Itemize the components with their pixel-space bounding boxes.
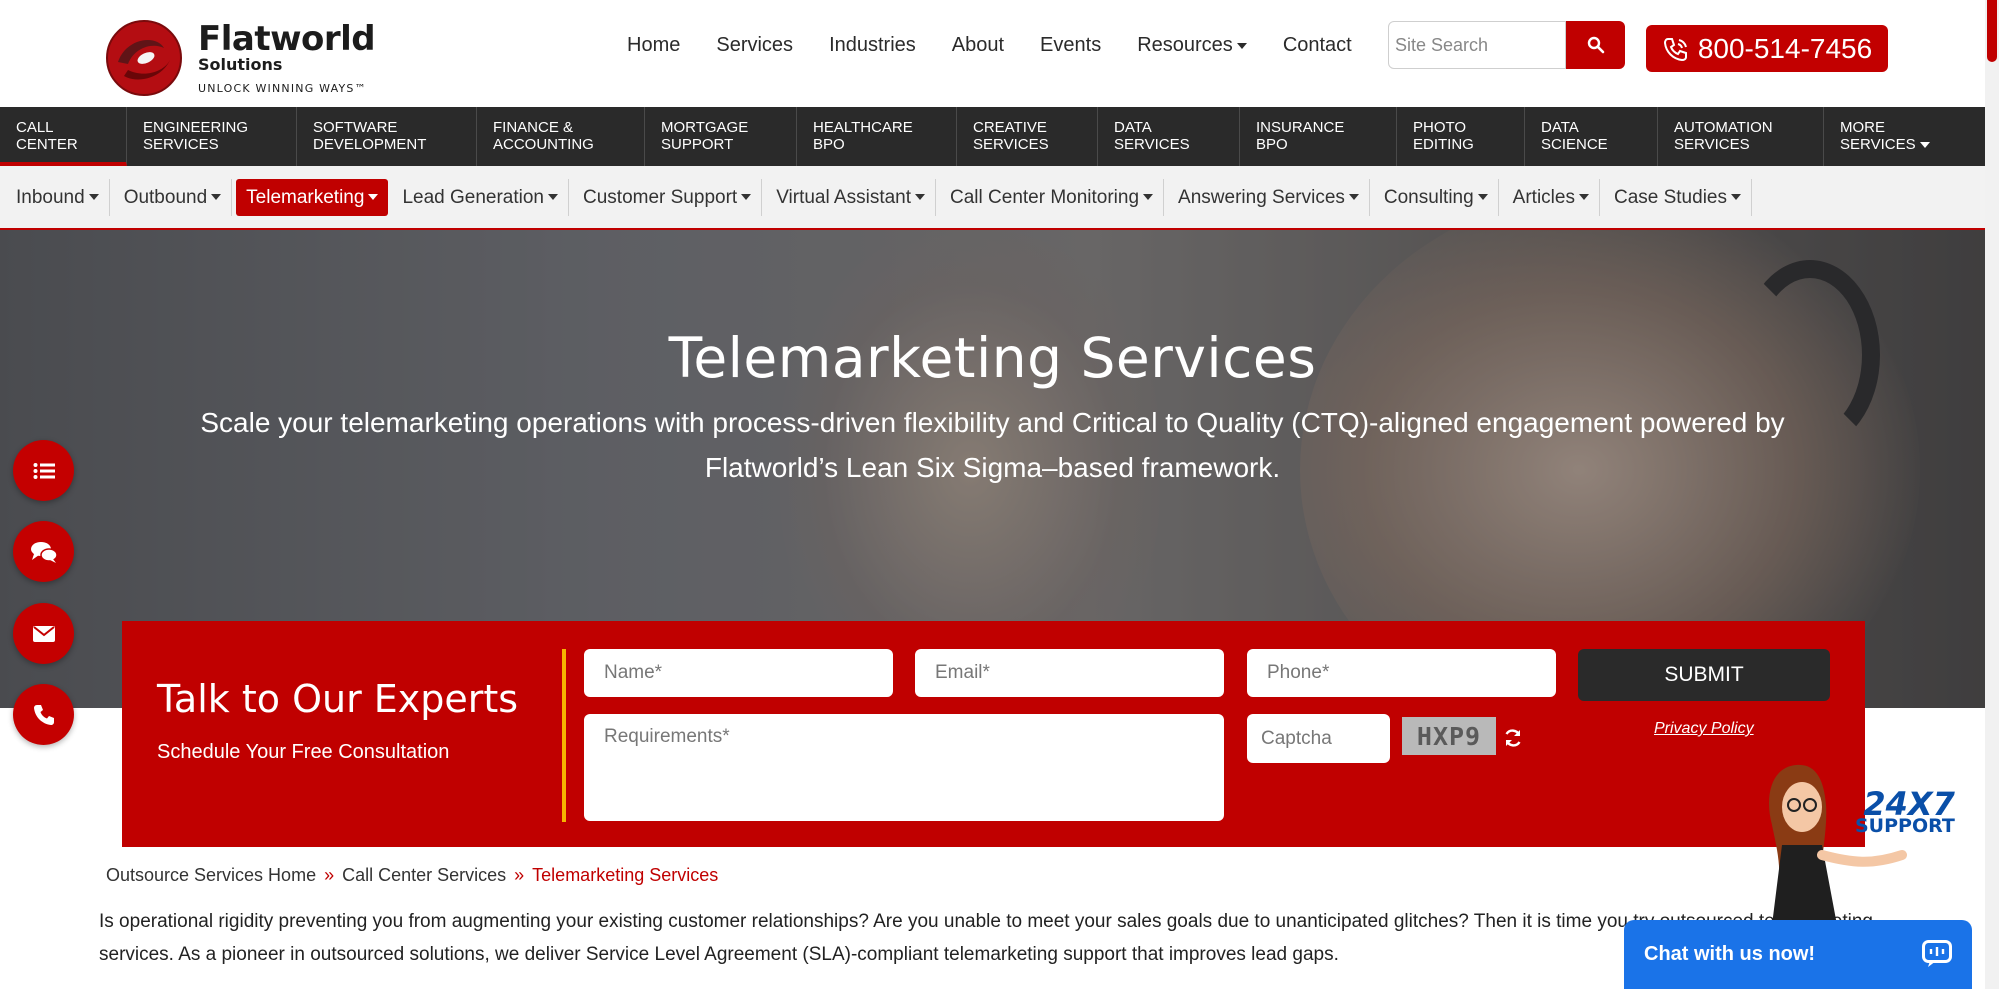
subnav-consulting[interactable]: Consulting: [1374, 178, 1499, 216]
phone-number: 800-514-7456: [1697, 32, 1873, 64]
chevron-down-icon: [88, 194, 99, 201]
name-field[interactable]: Name*: [584, 649, 893, 697]
services-insurance-bpo[interactable]: INSURANCE BPO: [1240, 107, 1397, 166]
subnav-telemarketing[interactable]: Telemarketing: [236, 178, 389, 216]
nav-industries[interactable]: Industries: [811, 30, 934, 60]
chevron-down-icon: [211, 194, 222, 201]
brand-logo[interactable]: Flatworld Solutions UNLOCK WINNING WAYS™: [104, 18, 376, 96]
services-healthcare-bpo[interactable]: HEALTHCARE BPO: [797, 107, 957, 166]
breadcrumb-separator: »: [324, 865, 335, 885]
page-title: Telemarketing Services: [668, 326, 1317, 390]
search-input[interactable]: [1388, 21, 1566, 69]
chat-widget-button[interactable]: Chat with us now!: [1624, 920, 1972, 989]
panel-divider: [562, 649, 566, 822]
chat-icon: [1922, 940, 1952, 967]
search-button[interactable]: [1566, 21, 1625, 69]
services-data-science[interactable]: DATA SCIENCE: [1525, 107, 1658, 166]
site-search: [1388, 21, 1625, 69]
scrollbar-track[interactable]: [1985, 0, 1999, 989]
chevron-down-icon: [1730, 194, 1741, 201]
support-big-label: 24X7: [1863, 785, 1955, 823]
phone-cta-button[interactable]: 800-514-7456: [1646, 25, 1888, 72]
subnav-articles[interactable]: Articles: [1503, 178, 1600, 216]
chevron-down-icon: [1143, 194, 1154, 201]
services-data[interactable]: DATA SERVICES: [1098, 107, 1240, 166]
services-automation[interactable]: AUTOMATION SERVICES: [1658, 107, 1824, 166]
email-field[interactable]: Email*: [915, 649, 1224, 697]
subnav-lead-generation[interactable]: Lead Generation: [392, 178, 569, 216]
call-center-subnav: Inbound Outbound Telemarketing Lead Gene…: [0, 166, 1985, 230]
captcha-code: HXP9: [1402, 717, 1496, 755]
chat-label: Chat with us now!: [1644, 943, 1816, 965]
services-more[interactable]: MORE SERVICES: [1824, 107, 1985, 166]
nav-about[interactable]: About: [934, 30, 1022, 60]
consultation-form-panel: Talk to Our Experts Schedule Your Free C…: [122, 621, 1865, 847]
list-icon: [33, 462, 55, 479]
nav-home[interactable]: Home: [609, 30, 698, 60]
services-engineering[interactable]: ENGINEERING SERVICES: [127, 107, 297, 166]
scrollbar-thumb[interactable]: [1987, 0, 1997, 62]
chevron-down-icon: [1348, 194, 1359, 201]
chevron-down-icon: [1236, 42, 1247, 49]
nav-contact[interactable]: Contact: [1265, 30, 1370, 60]
support-24x7-badge: 24X7 SUPPORT: [1855, 785, 1955, 838]
main-nav: Home Services Industries About Events Re…: [609, 30, 1370, 60]
float-email-button[interactable]: [13, 603, 74, 664]
chevron-down-icon: [548, 194, 558, 201]
services-nav: CALL CENTER ENGINEERING SERVICES SOFTWARE D…: [0, 107, 1985, 166]
phone-field[interactable]: Phone*: [1247, 649, 1556, 697]
chevron-down-icon: [368, 194, 379, 201]
services-call-center[interactable]: CALL CENTER: [0, 107, 127, 166]
phone-icon: [33, 704, 54, 725]
hero-subtitle: Scale your telemarketing operations with…: [200, 407, 1785, 483]
subnav-customer-support[interactable]: Customer Support: [573, 178, 763, 216]
subnav-call-center-monitoring[interactable]: Call Center Monitoring: [940, 178, 1165, 216]
form-subtitle: Schedule Your Free Consultation: [157, 741, 450, 763]
subnav-virtual-assistant[interactable]: Virtual Assistant: [766, 178, 937, 216]
refresh-icon: [1505, 729, 1521, 747]
envelope-icon: [32, 625, 55, 642]
nav-resources[interactable]: Resources: [1119, 30, 1265, 60]
brand-name: Flatworld: [198, 18, 376, 59]
breadcrumb-call-center[interactable]: Call Center Services: [342, 865, 506, 886]
brand-tagline: UNLOCK WINNING WAYS™: [198, 81, 367, 95]
captcha-input[interactable]: Captcha: [1247, 714, 1390, 763]
subnav-case-studies[interactable]: Case Studies: [1604, 178, 1752, 216]
logo-mark-icon: [104, 20, 184, 96]
requirements-field[interactable]: Requirements*: [584, 714, 1224, 821]
services-finance-accounting[interactable]: FINANCE & ACCOUNTING: [477, 107, 645, 166]
chat-bubbles-icon: [30, 541, 58, 563]
support-small-label: SUPPORT: [1855, 815, 1955, 837]
search-icon: [1587, 36, 1604, 54]
services-creative[interactable]: CREATIVE SERVICES: [957, 107, 1098, 166]
breadcrumb: Outsource Services Home » Call Center Se…: [106, 865, 718, 886]
float-phone-button[interactable]: [13, 684, 74, 745]
services-software-development[interactable]: SOFTWARE DEVELOPMENT: [297, 107, 477, 166]
privacy-policy-link[interactable]: Privacy Policy: [1654, 720, 1754, 738]
chevron-down-icon: [1477, 194, 1488, 201]
float-list-button[interactable]: [13, 440, 74, 501]
subnav-outbound[interactable]: Outbound: [114, 178, 233, 216]
captcha-refresh-button[interactable]: [1503, 728, 1523, 753]
chevron-down-icon: [1578, 194, 1589, 201]
subnav-answering-services[interactable]: Answering Services: [1168, 178, 1370, 216]
breadcrumb-home[interactable]: Outsource Services Home: [106, 865, 316, 886]
chevron-down-icon: [1919, 142, 1930, 149]
form-title: Talk to Our Experts: [157, 677, 519, 721]
services-mortgage-support[interactable]: MORTGAGE SUPPORT: [645, 107, 797, 166]
submit-button[interactable]: SUBMIT: [1578, 649, 1830, 701]
chevron-down-icon: [915, 194, 926, 201]
nav-services[interactable]: Services: [698, 30, 811, 60]
phone-volume-icon: [1663, 37, 1687, 61]
services-photo-editing[interactable]: PHOTO EDITING: [1397, 107, 1525, 166]
nav-events[interactable]: Events: [1022, 30, 1119, 60]
site-header: Flatworld Solutions UNLOCK WINNING WAYS™…: [0, 0, 1985, 107]
breadcrumb-separator: »: [514, 865, 525, 885]
support-avatar-illustration[interactable]: [1742, 755, 1962, 925]
float-chat-button[interactable]: [13, 521, 74, 582]
subnav-inbound[interactable]: Inbound: [6, 178, 110, 216]
chevron-down-icon: [741, 194, 752, 201]
breadcrumb-current: Telemarketing Services: [532, 865, 719, 885]
